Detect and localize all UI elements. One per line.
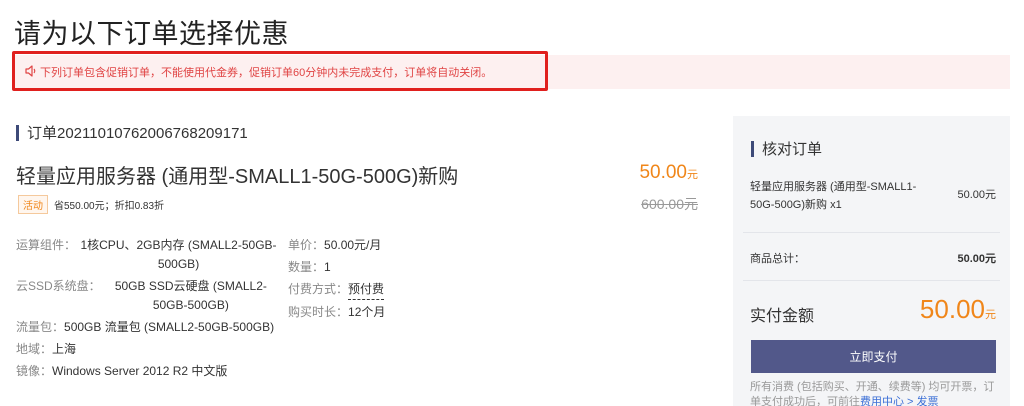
promo-info: 活动 省550.00元；折扣0.83折: [18, 195, 164, 214]
spec-label: 单价：: [288, 238, 325, 252]
spec-list-right: 单价： 50.00元/月 数量： 1 付费方式： 预付费 购买时长： 12个月: [288, 236, 385, 325]
order-id: 订单2021101076200676820917​1: [27, 125, 248, 142]
speaker-icon: [24, 64, 38, 78]
invoice-note: 所有消费 (包括购买、开通、续费等) 均可开票，订单支付成功后，可前往费用中心 …: [750, 381, 995, 406]
spec-system-disk: 云SSD系统盘： 50GB SSD云硬盘 (SMALL2-50GB-500GB): [16, 277, 281, 315]
pay-amount-label: 实付金额: [750, 308, 815, 325]
product-name: 轻量应用服务器 (通用型-SMALL1-50G-500G)新购: [16, 166, 459, 188]
billing-center-link[interactable]: 费用中心 > 发票: [860, 396, 939, 406]
spec-compute: 运算组件： 1核CPU、2GB内存 (SMALL2-50GB-500GB): [16, 236, 281, 274]
divider: [743, 280, 1000, 281]
spec-label: 云SSD系统盘：: [16, 279, 101, 293]
summary-header: 核对订单: [751, 138, 822, 159]
spec-label: 数量：: [288, 260, 325, 274]
spec-label: 镜像：: [16, 364, 53, 378]
current-price: 50.00元: [639, 162, 698, 183]
total-value: 50.00元: [957, 253, 996, 265]
payment-method-value[interactable]: 预付费: [348, 280, 385, 300]
divider: [743, 232, 1000, 233]
spec-value: 1: [324, 260, 331, 274]
promo-text: 省550.00元；折扣0.83折: [54, 201, 165, 212]
spec-label: 运算组件：: [16, 238, 77, 252]
spec-quantity: 数量： 1: [288, 258, 385, 277]
pay-amount: 50.00元: [919, 294, 996, 324]
summary-title-bar: [751, 140, 754, 157]
summary-title: 核对订单: [762, 141, 823, 158]
spec-label: 流量包：: [16, 320, 65, 334]
spec-duration: 购买时长： 12个月: [288, 303, 385, 322]
spec-image: 镜像： Windows Server 2012 R2 中文版: [16, 362, 281, 381]
summary-item-price: 50.00元: [957, 189, 996, 201]
spec-value: 12个月: [348, 305, 386, 319]
spec-label: 地域：: [16, 342, 53, 356]
pay-now-button[interactable]: 立即支付: [751, 340, 996, 373]
spec-list-left: 运算组件： 1核CPU、2GB内存 (SMALL2-50GB-500GB) 云S…: [16, 236, 281, 384]
page-title: 请为以下订单选择优惠: [14, 19, 289, 49]
spec-label: 付费方式：: [288, 282, 349, 296]
notice-text: 下列订单包含促销订单，不能使用代金券，促销订单60分钟内未完成支付，订单将自动关…: [40, 67, 493, 79]
spec-traffic: 流量包： 500GB 流量包 (SMALL2-50GB-500GB): [16, 318, 281, 337]
spec-unit-price: 单价： 50.00元/月: [288, 236, 385, 255]
spec-region: 地域： 上海: [16, 340, 281, 359]
spec-value: 500GB 流量包 (SMALL2-50GB-500GB): [64, 320, 275, 334]
spec-payment-method: 付费方式： 预付费: [288, 280, 385, 300]
spec-value: 上海: [52, 342, 77, 356]
spec-value: 50.00元/月: [324, 238, 382, 252]
order-title-bar: [16, 124, 19, 141]
spec-value: 1核CPU、2GB内存 (SMALL2-50GB-500GB): [80, 238, 277, 271]
spec-value: 50GB SSD云硬盘 (SMALL2-50GB-500GB): [114, 279, 267, 312]
summary-item-name: 轻量应用服务器 (通用型-SMALL1-50G-500G)新购 x1: [750, 181, 917, 211]
order-header: 订单2021101076200676820917​1: [16, 122, 248, 143]
total-label: 商品总计：: [750, 253, 805, 265]
promo-tag: 活动: [18, 195, 48, 214]
spec-value: Windows Server 2012 R2 中文版: [52, 364, 228, 378]
order-summary-panel: 核对订单 轻量应用服务器 (通用型-SMALL1-50G-500G)新购 x1 …: [733, 116, 1010, 406]
spec-label: 购买时长：: [288, 305, 349, 319]
original-price: 600.00元: [641, 196, 698, 212]
